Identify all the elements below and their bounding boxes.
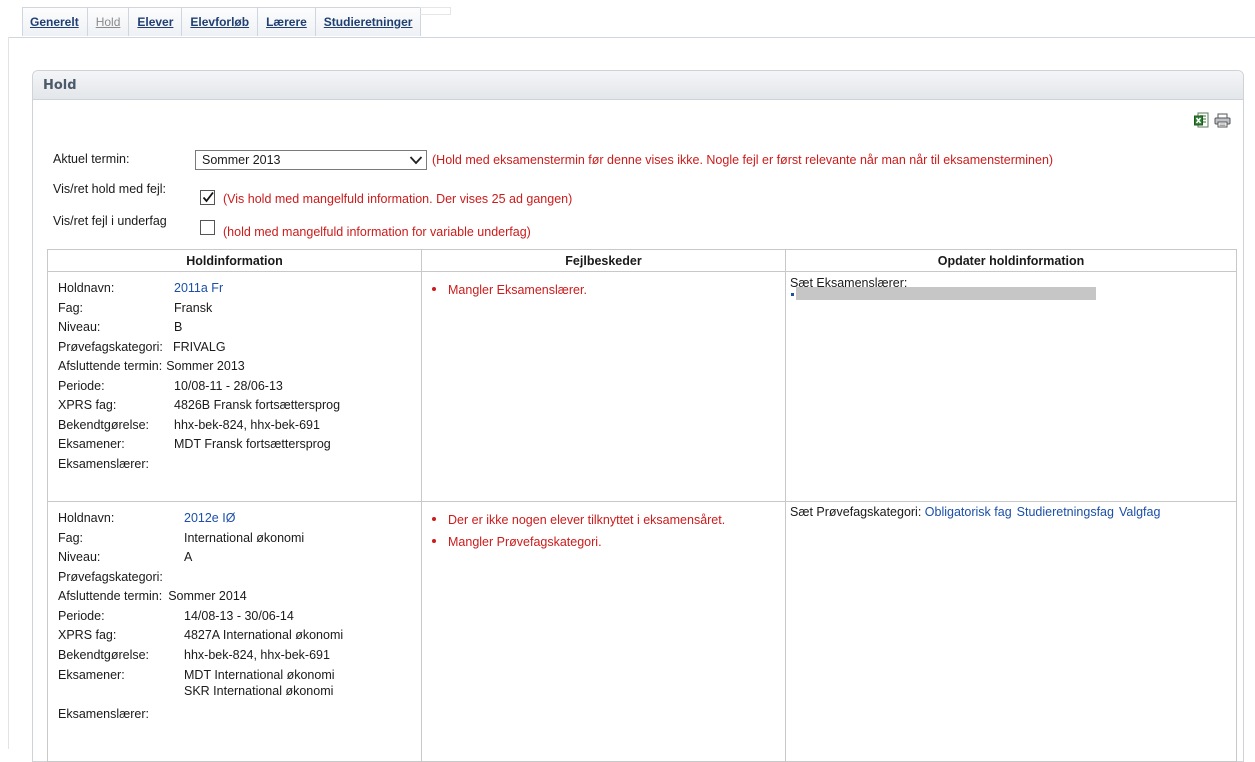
key-kategori: Prøvefagskategori:	[58, 339, 163, 354]
value-eksamener: MDT International økonomi SKR Internatio…	[184, 667, 335, 699]
value-niveau: B	[174, 320, 183, 334]
sub-label: Vis/ret fejl i underfag	[53, 214, 167, 228]
print-icon[interactable]	[1214, 113, 1231, 128]
termin-label: Aktuel termin:	[53, 152, 130, 166]
key-niveau: Niveau:	[58, 320, 101, 334]
key-termin: Afsluttende termin:	[58, 589, 163, 603]
error-cell: Der er ikke nogen elever tilknyttet i ek…	[421, 501, 786, 762]
value-fag: International økonomi	[184, 530, 305, 545]
content-border	[8, 37, 9, 749]
error-item: Der er ikke nogen elever tilknyttet i ek…	[432, 509, 785, 531]
key-periode: Periode:	[58, 378, 105, 393]
tab-bar: Generelt Hold Elever Elevforløb Lærere S…	[22, 7, 452, 37]
excel-export-icon[interactable]	[1194, 112, 1209, 128]
col-header-opdater: Opdater holdinformation	[785, 249, 1237, 272]
termin-select-value: Sommer 2013	[202, 153, 281, 167]
hold-info-cell: Holdnavn: 2011a Fr Fag: Fransk Niveau: B Pr…	[47, 271, 422, 502]
checkmark-icon	[202, 191, 214, 203]
key-holdnavn: Holdnavn:	[58, 511, 115, 525]
value-eksamen: SKR International økonomi	[184, 684, 334, 698]
key-fag: Fag:	[58, 300, 84, 315]
value-eksamen: MDT Fransk fortsættersprog	[174, 437, 331, 451]
tab-baseline	[8, 37, 1255, 38]
value-periode: 14/08-13 - 30/06-14	[184, 608, 294, 623]
key-eksamenslaerer: Eksamenslærer:	[58, 707, 149, 721]
tab-laerere[interactable]: Lærere	[257, 7, 316, 36]
panel-title: Hold	[43, 78, 77, 93]
col-header-holdinformation: Holdinformation	[47, 249, 422, 272]
error-cell: Mangler Eksamenslærer.	[421, 271, 786, 502]
tab-studieretninger[interactable]: Studieretninger	[314, 7, 422, 36]
bullet-icon	[432, 286, 436, 291]
key-xprs: XPRS fag:	[58, 628, 117, 642]
underfag-checkbox[interactable]	[200, 220, 215, 235]
hold-panel: Hold Aktuel termin: Sommer 2013 (Hold me…	[32, 70, 1244, 762]
link-studieretningsfag[interactable]: Studieretningsfag	[1017, 505, 1114, 519]
bullet-icon	[432, 538, 436, 543]
panel-header: Hold	[33, 71, 1243, 100]
termin-select[interactable]: Sommer 2013	[195, 150, 427, 170]
tab-spacer	[420, 7, 452, 15]
key-xprs: XPRS fag:	[58, 398, 117, 412]
table-header-row: Holdinformation Fejlbeskeder Opdater hol…	[47, 249, 1237, 272]
error-text: Der er ikke nogen elever tilknyttet i ek…	[448, 513, 726, 527]
table-row: Holdnavn: 2011a Fr Fag: Fransk Niveau: B Pr…	[47, 271, 1237, 502]
termin-hint: (Hold med eksamenstermin før denne vises…	[432, 153, 1054, 167]
link-obligatorisk-fag[interactable]: Obligatorisk fag	[925, 505, 1012, 519]
key-termin: Afsluttende termin:	[58, 359, 163, 373]
hold-info-cell: Holdnavn: 2012e IØ Fag: International økon…	[47, 501, 422, 762]
tab-generelt[interactable]: Generelt	[22, 7, 88, 36]
update-cell: Sæt Eksamenslærer:	[785, 271, 1237, 502]
key-kategori: Prøvefagskategori:	[58, 569, 163, 584]
sub-hint: (hold med mangelfuld information for var…	[223, 225, 531, 239]
error-text: Mangler Prøvefagskategori.	[448, 535, 602, 549]
value-periode: 10/08-11 - 28/06-13	[174, 378, 283, 393]
value-eksamen: MDT International økonomi	[184, 668, 335, 682]
key-bekendtgoerelse: Bekendtgørelse:	[58, 417, 150, 432]
key-eksamener: Eksamener:	[58, 668, 125, 682]
value-bekendtgoerelse: hhx-bek-824, hhx-bek-691	[174, 417, 320, 432]
update-cell: Sæt Prøvefagskategori: Obligatorisk fag S…	[785, 501, 1237, 762]
errors-hint: (Vis hold med mangelfuld information. De…	[223, 192, 573, 206]
key-niveau: Niveau:	[58, 550, 101, 564]
tab-elevforloeb[interactable]: Elevforløb	[181, 7, 259, 36]
col-header-fejlbeskeder: Fejlbeskeder	[421, 249, 786, 272]
bullet-icon	[432, 516, 436, 521]
tab-elever[interactable]: Elever	[128, 7, 183, 36]
error-item: Mangler Prøvefagskategori.	[432, 531, 785, 553]
errors-checkbox[interactable]	[200, 190, 215, 205]
key-eksamenslaerer: Eksamenslærer:	[58, 456, 149, 471]
value-xprs: 4827A International økonomi	[184, 628, 344, 642]
value-xprs: 4826B Fransk fortsættersprog	[174, 398, 341, 412]
key-eksamener: Eksamener:	[58, 437, 125, 451]
value-niveau: A	[184, 550, 193, 564]
error-text: Mangler Eksamenslærer.	[448, 283, 587, 297]
value-fag: Fransk	[174, 300, 213, 315]
errors-label: Vis/ret hold med fejl:	[53, 182, 167, 196]
error-item: Mangler Eksamenslærer.	[432, 279, 785, 301]
tab-hold: Hold	[86, 7, 130, 36]
value-termin: Sommer 2014	[168, 589, 247, 603]
value-kategori: FRIVALG	[173, 339, 226, 354]
key-periode: Periode:	[58, 608, 105, 623]
table-row: Holdnavn: 2012e IØ Fag: International økon…	[47, 501, 1237, 762]
hold-table: Holdinformation Fejlbeskeder Opdater hol…	[47, 249, 1237, 762]
link-valgfag[interactable]: Valgfag	[1119, 505, 1160, 519]
holdnavn-link[interactable]: 2012e IØ	[184, 509, 235, 529]
holdnavn-link[interactable]: 2011a Fr	[174, 279, 223, 299]
key-bekendtgoerelse: Bekendtgørelse:	[58, 647, 150, 662]
update-label: Sæt Prøvefagskategori:	[790, 505, 922, 519]
chevron-down-icon	[409, 156, 423, 165]
value-bekendtgoerelse: hhx-bek-824, hhx-bek-691	[184, 647, 330, 662]
key-holdnavn: Holdnavn:	[58, 281, 115, 295]
value-termin: Sommer 2013	[166, 359, 245, 373]
eksamenslaerer-select[interactable]	[796, 287, 1096, 300]
key-fag: Fag:	[58, 530, 84, 545]
list-bullet-icon	[791, 293, 794, 296]
